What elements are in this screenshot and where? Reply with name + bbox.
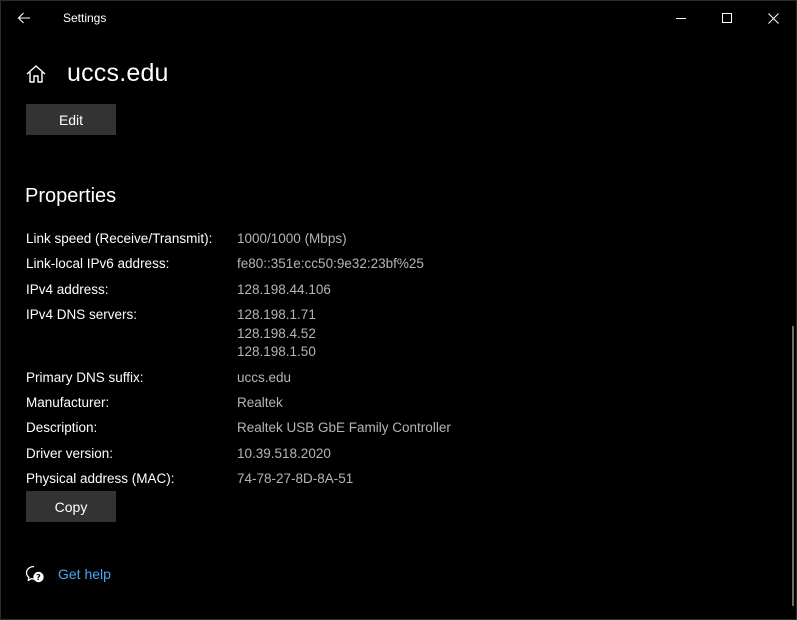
minimize-button[interactable] [658, 1, 704, 35]
property-value-line[interactable]: 128.198.44.106 [237, 281, 331, 300]
property-value-line[interactable]: Realtek [237, 394, 283, 413]
property-row-link-speed: Link speed (Receive/Transmit): 1000/1000… [26, 230, 766, 249]
property-label: Physical address (MAC): [26, 470, 175, 486]
property-label: IPv4 address: [26, 281, 109, 297]
back-button[interactable] [1, 1, 47, 35]
property-label: Driver version: [26, 445, 114, 461]
property-row-description: Description: Realtek USB GbE Family Cont… [26, 419, 766, 438]
home-icon[interactable] [25, 63, 47, 85]
page-title: uccs.edu [67, 59, 169, 87]
property-value[interactable]: 1000/1000 (Mbps) [237, 230, 347, 249]
edit-button[interactable]: Edit [26, 104, 116, 135]
property-row-manufacturer: Manufacturer: Realtek [26, 394, 766, 413]
property-value[interactable]: 10.39.518.2020 [237, 445, 331, 464]
properties-list: Link speed (Receive/Transmit): 1000/1000… [26, 230, 766, 495]
window-title: Settings [63, 11, 107, 25]
property-row-dns-suffix: Primary DNS suffix: uccs.edu [26, 369, 766, 388]
minimize-icon [676, 18, 686, 19]
maximize-button[interactable] [704, 1, 750, 35]
property-value-line[interactable]: uccs.edu [237, 369, 291, 388]
property-value[interactable]: Realtek USB GbE Family Controller [237, 419, 451, 438]
property-label: Link-local IPv6 address: [26, 256, 170, 272]
property-label: Manufacturer: [26, 395, 110, 411]
property-label: Description: [26, 420, 98, 436]
property-value-line[interactable]: 128.198.1.71 [237, 306, 316, 325]
properties-heading: Properties [25, 185, 117, 207]
close-icon [767, 12, 779, 24]
property-value-line[interactable]: fe80::351e:cc50:9e32:23bf%25 [237, 255, 424, 274]
get-help[interactable]: ? Get help [25, 564, 111, 584]
property-value-line[interactable]: 74-78-27-8D-8A-51 [237, 470, 353, 489]
back-arrow-icon [17, 12, 30, 24]
settings-window: Settings uccs.edu Edit Properties Link s… [0, 0, 797, 620]
property-label: IPv4 DNS servers: [26, 306, 138, 322]
property-row-driver-version: Driver version: 10.39.518.2020 [26, 445, 766, 464]
get-help-link[interactable]: Get help [58, 566, 111, 582]
title-bar: Settings [1, 1, 796, 35]
help-chat-icon: ? [25, 565, 44, 583]
property-value[interactable]: 128.198.1.71 128.198.4.52 128.198.1.50 [237, 306, 316, 362]
caption-buttons [658, 1, 796, 35]
property-value-line[interactable]: 10.39.518.2020 [237, 445, 331, 464]
property-label: Link speed (Receive/Transmit): [26, 231, 213, 246]
property-value-line[interactable]: 128.198.4.52 [237, 325, 316, 344]
close-button[interactable] [750, 1, 796, 35]
maximize-icon [722, 13, 732, 23]
property-row-mac: Physical address (MAC): 74-78-27-8D-8A-5… [26, 470, 766, 489]
copy-button[interactable]: Copy [26, 491, 116, 522]
property-value[interactable]: uccs.edu [237, 369, 291, 388]
property-row-ipv6: Link-local IPv6 address: fe80::351e:cc50… [26, 255, 766, 274]
property-value[interactable]: 128.198.44.106 [237, 281, 331, 300]
property-value[interactable]: fe80::351e:cc50:9e32:23bf%25 [237, 255, 424, 274]
property-value-line[interactable]: Realtek USB GbE Family Controller [237, 419, 451, 438]
property-row-ipv4: IPv4 address: 128.198.44.106 [26, 281, 766, 300]
property-row-dns-servers: IPv4 DNS servers: 128.198.1.71 128.198.4… [26, 306, 766, 362]
property-value-line[interactable]: 128.198.1.50 [237, 343, 316, 362]
property-value[interactable]: Realtek [237, 394, 283, 413]
scrollbar-thumb[interactable] [792, 326, 794, 606]
svg-text:?: ? [36, 573, 41, 582]
property-value-line[interactable]: 1000/1000 (Mbps) [237, 230, 347, 249]
property-label: Primary DNS suffix: [26, 369, 144, 385]
property-value[interactable]: 74-78-27-8D-8A-51 [237, 470, 353, 489]
page-header: uccs.edu [25, 59, 169, 88]
